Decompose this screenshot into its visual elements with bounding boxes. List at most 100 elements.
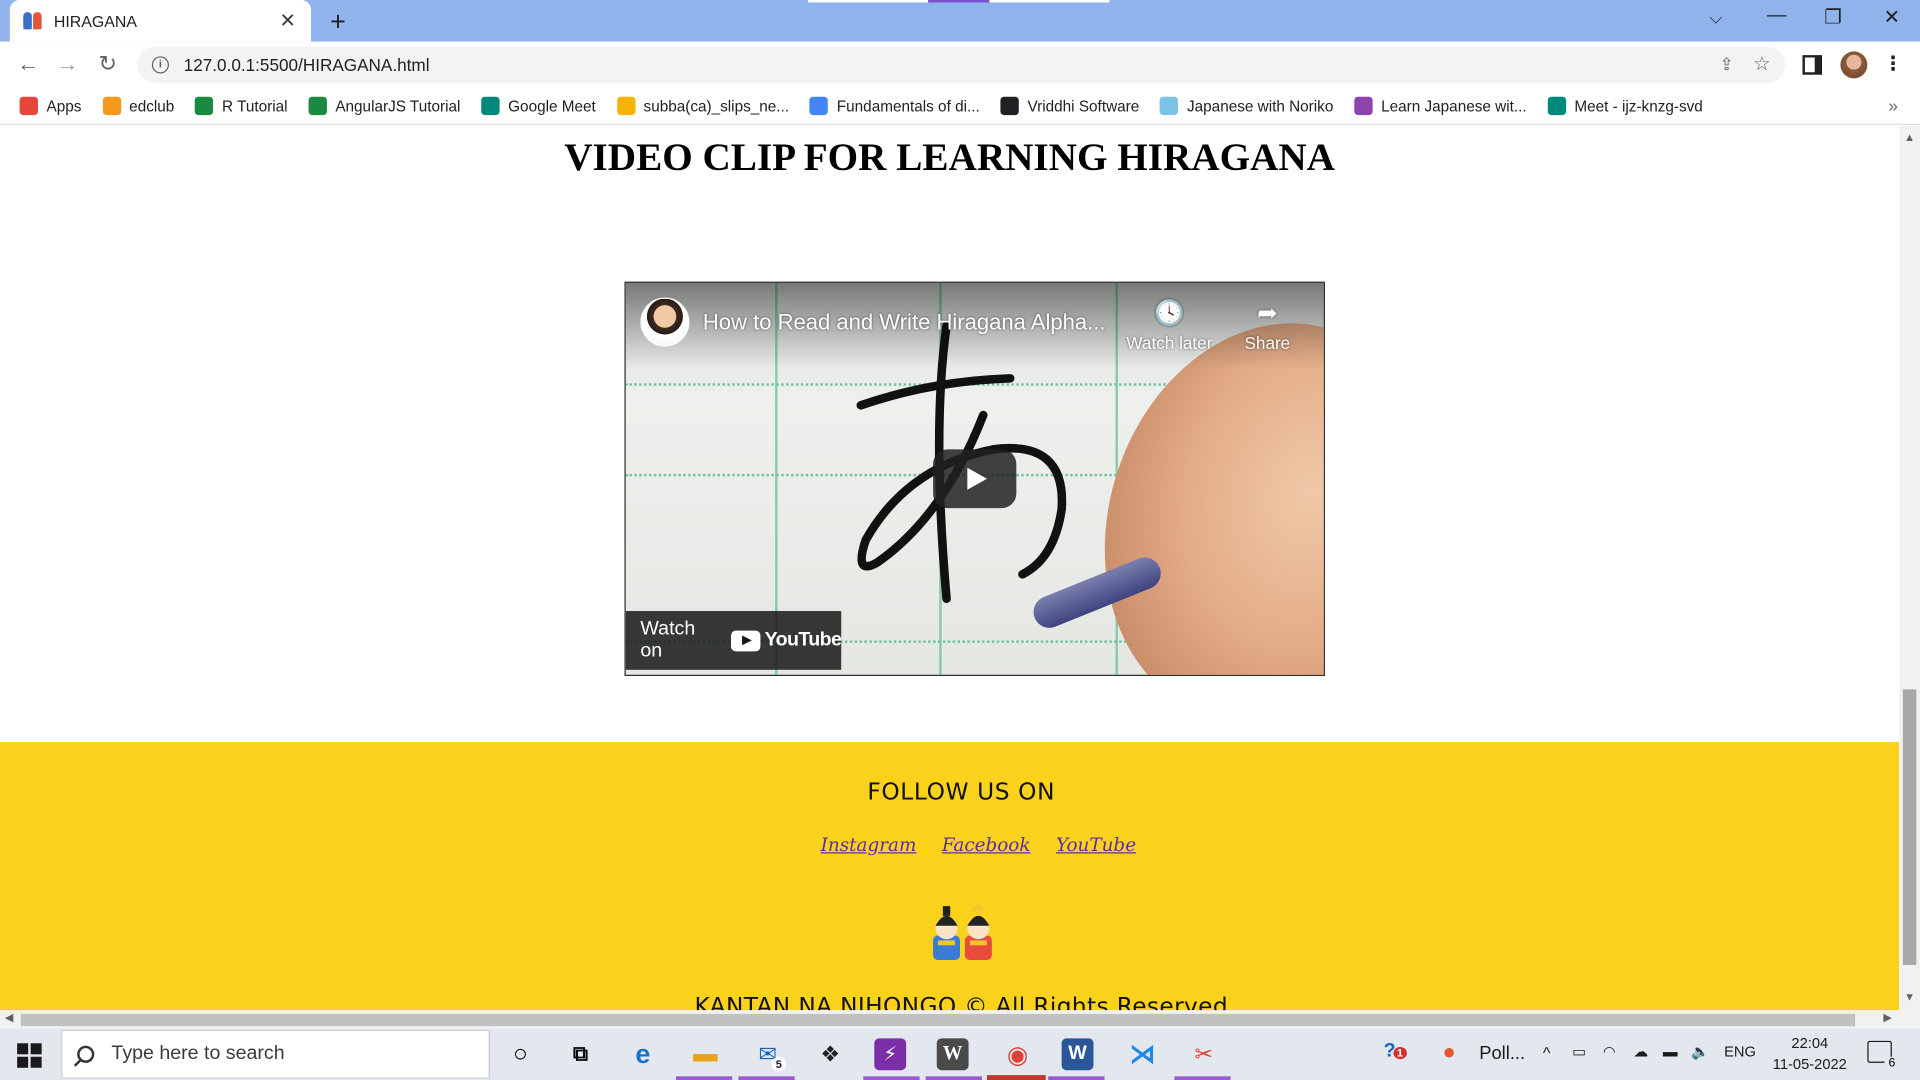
youtube-link[interactable]: YouTube — [1056, 834, 1136, 856]
bookmark-label: Meet - ijz-knzg-svd — [1574, 97, 1703, 115]
snipping-tool-icon[interactable]: ✂ — [1185, 1037, 1222, 1071]
taskbar-search-box[interactable]: Type here to search — [61, 1029, 490, 1079]
back-button[interactable]: ← — [15, 51, 42, 77]
vscode-icon[interactable]: ⋊ — [1124, 1037, 1161, 1071]
horizontal-scroll-thumb[interactable] — [20, 1013, 1856, 1027]
cortana-icon[interactable]: ○ — [502, 1037, 539, 1071]
help-icon[interactable]: ?1 — [1384, 1041, 1407, 1063]
tab-close-icon[interactable]: ✕ — [277, 9, 299, 33]
tab-search-chevron-icon[interactable]: ⌵ — [1709, 7, 1722, 28]
task-view-icon[interactable]: ⧉ — [562, 1037, 599, 1071]
site-info-icon[interactable]: i — [151, 56, 169, 74]
reload-button[interactable]: ↻ — [94, 51, 121, 77]
bookmark-item[interactable]: subba(ca)_slips_ne... — [616, 96, 790, 116]
bookmark-item[interactable]: R Tutorial — [195, 96, 288, 116]
bookmark-label: Learn Japanese wit... — [1381, 97, 1527, 115]
share-button[interactable]: ➦ Share — [1218, 298, 1316, 353]
chrome-menu-button[interactable]: ⋮ — [1883, 51, 1903, 75]
podcast-icon — [1354, 96, 1373, 116]
active-app-indicator — [1174, 1076, 1231, 1080]
side-panel-icon[interactable] — [1802, 55, 1823, 75]
wifi-icon[interactable]: ◠ — [1603, 1043, 1616, 1060]
onenote-icon[interactable]: ⚡ — [874, 1038, 907, 1071]
search-icon — [77, 1045, 95, 1063]
file-explorer-icon[interactable]: ▬ — [687, 1037, 724, 1071]
bookmark-item[interactable]: Google Meet — [481, 96, 596, 116]
poll-app-label[interactable]: Poll... — [1479, 1043, 1525, 1064]
follow-us-heading: FOLLOW US ON — [867, 778, 1056, 806]
edge-icon[interactable]: e — [624, 1037, 661, 1071]
video-title[interactable]: How to Read and Write Hiragana Alpha... — [703, 310, 1106, 336]
apps-grid-icon — [19, 96, 38, 116]
more-bookmarks-icon[interactable]: » — [1888, 96, 1898, 116]
system-clock[interactable]: 22:04 11-05-2022 — [1763, 1033, 1856, 1075]
play-button[interactable] — [933, 449, 1017, 509]
meet-icon — [1547, 96, 1566, 116]
watch-on-youtube-button[interactable]: Watch on YouTube — [625, 611, 842, 670]
notifications-icon[interactable]: 6 — [1867, 1040, 1900, 1071]
channel-avatar[interactable] — [640, 297, 690, 347]
instagram-link[interactable]: Instagram — [821, 834, 917, 856]
page-heading: VIDEO CLIP FOR LEARNING HIRAGANA — [564, 134, 1335, 179]
word-icon[interactable]: W — [1061, 1038, 1094, 1071]
bookmark-item[interactable]: AngularJS Tutorial — [308, 96, 461, 116]
tab-hint — [808, 0, 929, 3]
dropbox-icon[interactable]: ❖ — [812, 1037, 849, 1071]
page-viewport: VIDEO CLIP FOR LEARNING HIRAGANA How to … — [0, 126, 1900, 1011]
language-indicator[interactable]: ENG — [1724, 1043, 1756, 1060]
search-placeholder: Type here to search — [111, 1043, 285, 1065]
url-text[interactable]: 127.0.0.1:5500/HIRAGANA.html — [184, 55, 430, 75]
scroll-right-arrow-icon[interactable]: ▶ — [1878, 1011, 1896, 1024]
onedrive-icon[interactable]: ☁ — [1633, 1043, 1648, 1060]
forward-button[interactable]: → — [54, 51, 81, 77]
active-app-indicator — [986, 1075, 1046, 1080]
bookmark-label: Fundamentals of di... — [836, 97, 980, 115]
bookmark-item[interactable]: Vriddhi Software — [1000, 96, 1139, 116]
restore-button[interactable]: ❐ — [1815, 5, 1852, 29]
wikipedia-icon[interactable]: W — [936, 1038, 969, 1071]
scroll-left-arrow-icon[interactable]: ◀ — [0, 1011, 18, 1024]
bookmark-label: subba(ca)_slips_ne... — [643, 97, 790, 115]
new-tab-button[interactable]: + — [323, 6, 352, 38]
windows-taskbar: Type here to search ○ ⧉ e ▬ ✉ 5 ❖ ⚡ W ◉ W… — [0, 1028, 1920, 1080]
show-hidden-icons-icon[interactable]: ^ — [1543, 1043, 1550, 1061]
bookmark-item[interactable]: Japanese with Noriko — [1160, 96, 1333, 116]
facebook-link[interactable]: Facebook — [942, 834, 1031, 856]
bookmark-item[interactable]: Apps — [19, 96, 81, 116]
tab-hiragana[interactable]: HIRAGANA ✕ — [9, 0, 312, 42]
bookmark-item[interactable]: edclub — [102, 96, 174, 116]
share-icon[interactable]: ⇪ — [1720, 54, 1734, 75]
youtube-embed[interactable]: How to Read and Write Hiragana Alpha... … — [624, 281, 1325, 676]
minimize-button[interactable]: — — [1758, 5, 1795, 27]
bookmark-item[interactable]: Learn Japanese wit... — [1354, 96, 1527, 116]
active-app-indicator — [1048, 1076, 1105, 1080]
browser-tab-strip: HIRAGANA ✕ + ⌵ — ❐ ✕ — [0, 0, 1920, 42]
scroll-up-arrow-icon[interactable]: ▲ — [1899, 131, 1920, 143]
chrome-icon[interactable]: ◉ — [999, 1037, 1036, 1071]
bookmark-label: AngularJS Tutorial — [335, 97, 461, 115]
w3schools-icon — [308, 96, 327, 116]
address-bar[interactable]: i 127.0.0.1:5500/HIRAGANA.html ⇪ ☆ — [137, 46, 1786, 84]
watch-later-button[interactable]: 🕓 Watch later — [1120, 298, 1218, 353]
active-app-indicator — [863, 1076, 920, 1080]
social-links: Instagram Facebook YouTube — [0, 834, 1899, 856]
close-window-button[interactable]: ✕ — [1873, 5, 1910, 29]
mail-icon[interactable]: ✉ 5 — [749, 1037, 787, 1072]
profile-avatar[interactable] — [1840, 51, 1868, 79]
hina-dolls-icon — [933, 903, 992, 961]
scroll-down-arrow-icon[interactable]: ▼ — [1899, 991, 1920, 1003]
vertical-scroll-thumb[interactable] — [1902, 689, 1917, 965]
vertical-scrollbar[interactable]: ▲ ▼ — [1899, 126, 1920, 1011]
bookmark-item[interactable]: Fundamentals of di... — [809, 96, 980, 116]
volume-icon[interactable]: 🔈 — [1691, 1043, 1709, 1060]
bookmark-star-icon[interactable]: ☆ — [1753, 51, 1771, 75]
copyright-text: KANTAN NA NIHONGO © All Rights Reserved — [694, 993, 1228, 1011]
bookmark-item[interactable]: Meet - ijz-knzg-svd — [1547, 96, 1703, 116]
bookmark-label: Google Meet — [508, 97, 596, 115]
horizontal-scrollbar[interactable]: ◀ ▶ — [0, 1010, 1900, 1029]
meet-now-icon[interactable]: ▭ — [1572, 1043, 1586, 1060]
poll-app-icon[interactable]: ● — [1442, 1040, 1455, 1066]
windows-start-button[interactable] — [17, 1043, 42, 1068]
tab-title: HIRAGANA — [53, 11, 138, 31]
battery-icon[interactable]: ▬ — [1663, 1043, 1678, 1060]
